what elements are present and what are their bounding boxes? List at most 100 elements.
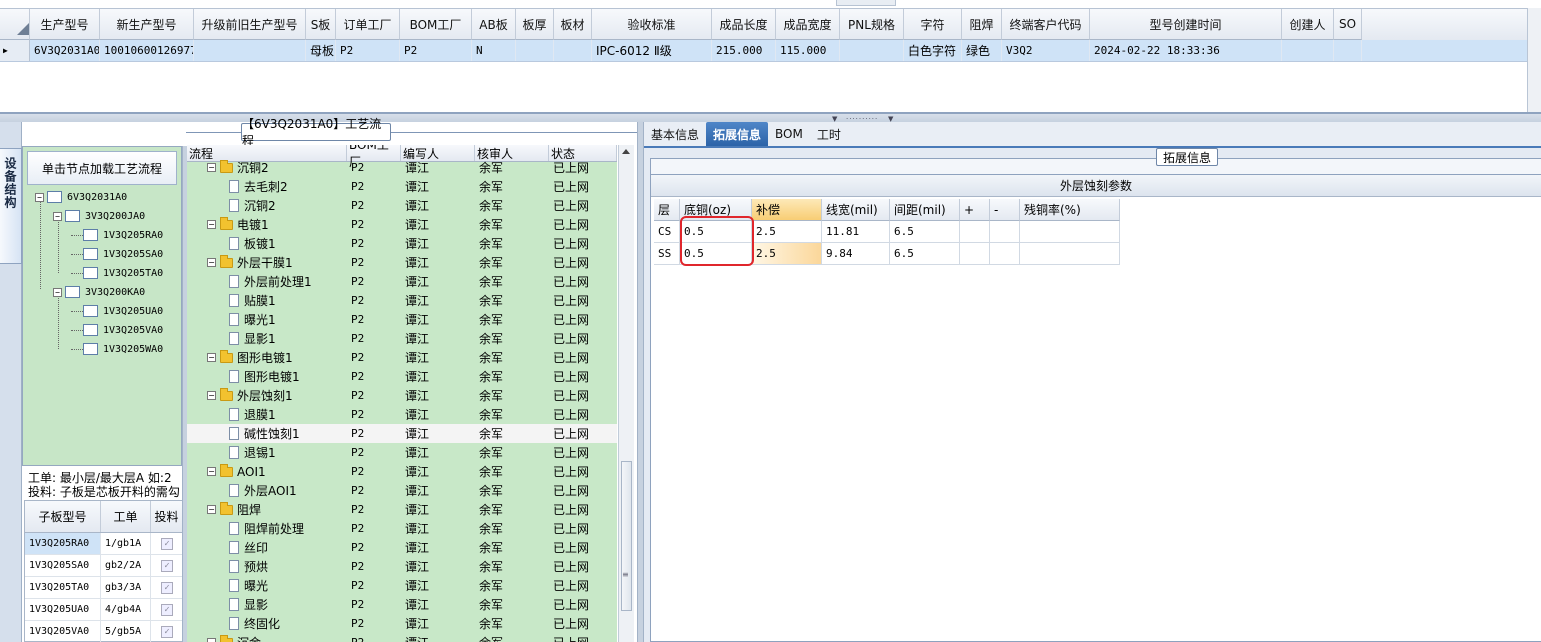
process-bom-cell[interactable]: P2 [347, 272, 401, 291]
process-bom-cell[interactable]: P2 [347, 386, 401, 405]
etching-cell[interactable] [960, 221, 990, 243]
process-reviewer-cell[interactable]: 余军 [475, 538, 549, 557]
model-grid-column-header[interactable]: 生产型号 [30, 9, 100, 40]
process-reviewer-cell[interactable]: 余军 [475, 557, 549, 576]
process-status-cell[interactable]: 已上网 [549, 234, 617, 253]
tree-collapse-icon[interactable]: − [207, 391, 216, 400]
process-reviewer-cell[interactable]: 余军 [475, 386, 549, 405]
table-row[interactable]: 1V3Q205SA0 gb2/2A ✓ [25, 555, 183, 577]
table-row[interactable]: 1V3Q205UA0 4/gb4A ✓ [25, 599, 183, 621]
middle-vertical-splitter[interactable] [637, 122, 644, 642]
process-author-cell[interactable]: 谭江 [401, 462, 475, 481]
process-row[interactable]: 曝光1 P2 谭江 余军 已上网 [187, 310, 617, 329]
etching-cell[interactable]: 6.5 [890, 243, 960, 265]
process-name-cell[interactable]: 丝印 [187, 538, 347, 557]
tab-0[interactable]: 基本信息 [644, 122, 706, 146]
etching-cell[interactable]: CS [654, 221, 680, 243]
process-row[interactable]: 预烘 P2 谭江 余军 已上网 [187, 557, 617, 576]
process-row[interactable]: 显影 P2 谭江 余军 已上网 [187, 595, 617, 614]
process-name-cell[interactable]: − 沉金 [187, 633, 347, 642]
process-row[interactable]: − 电镀1 P2 谭江 余军 已上网 [187, 215, 617, 234]
feed-checkbox[interactable]: ✓ [161, 625, 173, 638]
process-bom-cell[interactable]: P2 [347, 614, 401, 633]
process-reviewer-cell[interactable]: 余军 [475, 196, 549, 215]
sub-board-model-cell[interactable]: 1V3Q205TA0 [25, 577, 101, 598]
process-name-cell[interactable]: − 电镀1 [187, 215, 347, 234]
process-name-cell[interactable]: 预烘 [187, 557, 347, 576]
process-name-cell[interactable]: 退锡1 [187, 443, 347, 462]
tree-collapse-icon[interactable]: − [35, 192, 44, 202]
process-row[interactable]: 退锡1 P2 谭江 余军 已上网 [187, 443, 617, 462]
process-status-cell[interactable]: 已上网 [549, 633, 617, 642]
process-bom-cell[interactable]: P2 [347, 557, 401, 576]
process-row[interactable]: 贴膜1 P2 谭江 余军 已上网 [187, 291, 617, 310]
model-grid-cell[interactable]: V3Q2 [1002, 40, 1090, 61]
model-grid-column-header[interactable]: 验收标准 [592, 9, 712, 40]
model-grid-cell[interactable]: 115.000 [776, 40, 840, 61]
sub-board-order-cell[interactable]: 4/gb4A [101, 599, 151, 620]
model-grid-column-header[interactable]: 升级前旧生产型号 [194, 9, 306, 40]
etching-column-header[interactable]: 层 [654, 199, 680, 221]
process-bom-cell[interactable]: P2 [347, 329, 401, 348]
model-grid-column-header[interactable]: PNL规格 [840, 9, 904, 40]
process-author-cell[interactable]: 谭江 [401, 576, 475, 595]
process-reviewer-cell[interactable]: 余军 [475, 405, 549, 424]
tree-collapse-icon[interactable]: − [207, 467, 216, 476]
sub-board-feed-cell[interactable]: ✓ [151, 621, 183, 642]
model-grid-column-header[interactable]: S板 [306, 9, 336, 40]
model-grid-cell[interactable]: 2024-02-22 18:33:36 [1090, 40, 1282, 61]
etching-column-header[interactable]: 补偿 [752, 199, 822, 221]
model-grid-cell[interactable] [840, 40, 904, 61]
model-grid-column-header[interactable]: BOM工厂 [400, 9, 472, 40]
model-grid-cell[interactable] [516, 40, 554, 61]
process-reviewer-cell[interactable]: 余军 [475, 500, 549, 519]
scroll-thumb[interactable] [621, 461, 632, 611]
top-handle[interactable] [836, 0, 896, 6]
tree-node[interactable]: 1V3Q205VA0 [71, 322, 163, 338]
process-name-cell[interactable]: 碱性蚀刻1 [187, 424, 347, 443]
process-name-cell[interactable]: 外层AOI1 [187, 481, 347, 500]
process-row[interactable]: 丝印 P2 谭江 余军 已上网 [187, 538, 617, 557]
process-bom-cell[interactable]: P2 [347, 348, 401, 367]
model-grid-cell[interactable]: 白色字符 [904, 40, 962, 61]
etching-column-header[interactable]: 线宽(mil) [822, 199, 890, 221]
process-author-cell[interactable]: 谭江 [401, 386, 475, 405]
model-grid-column-header[interactable]: 成品长度 [712, 9, 776, 40]
process-author-cell[interactable]: 谭江 [401, 519, 475, 538]
process-author-cell[interactable]: 谭江 [401, 557, 475, 576]
model-grid-column-header[interactable]: 新生产型号 [100, 9, 194, 40]
process-name-cell[interactable]: 显影1 [187, 329, 347, 348]
process-reviewer-cell[interactable]: 余军 [475, 253, 549, 272]
process-status-cell[interactable]: 已上网 [549, 462, 617, 481]
model-grid-column-header[interactable]: AB板 [472, 9, 516, 40]
process-reviewer-cell[interactable]: 余军 [475, 272, 549, 291]
process-bom-cell[interactable]: P2 [347, 595, 401, 614]
process-bom-cell[interactable]: P2 [347, 253, 401, 272]
process-author-cell[interactable]: 谭江 [401, 405, 475, 424]
process-reviewer-cell[interactable]: 余军 [475, 614, 549, 633]
process-author-cell[interactable]: 谭江 [401, 633, 475, 642]
tab-3[interactable]: 工时 [810, 122, 848, 146]
tab-device-structure[interactable]: 设备结构 [0, 148, 22, 264]
process-reviewer-cell[interactable]: 余军 [475, 424, 549, 443]
process-row[interactable]: 去毛刺2 P2 谭江 余军 已上网 [187, 177, 617, 196]
process-status-cell[interactable]: 已上网 [549, 367, 617, 386]
process-bom-cell[interactable]: P2 [347, 310, 401, 329]
horizontal-splitter[interactable]: ▼ ·········· ▼ [0, 114, 1541, 123]
process-status-cell[interactable]: 已上网 [549, 614, 617, 633]
process-author-cell[interactable]: 谭江 [401, 158, 475, 177]
model-grid-column-header[interactable]: 板厚 [516, 9, 554, 40]
process-author-cell[interactable]: 谭江 [401, 500, 475, 519]
process-status-cell[interactable]: 已上网 [549, 348, 617, 367]
model-grid-cell[interactable]: 绿色 [962, 40, 1002, 61]
model-grid-row[interactable]: ▶ 6V3Q2031A0 10010600126977 母板 P2 P2 N IPC-601… [0, 40, 1529, 62]
process-status-cell[interactable]: 已上网 [549, 424, 617, 443]
process-author-cell[interactable]: 谭江 [401, 595, 475, 614]
process-bom-cell[interactable]: P2 [347, 158, 401, 177]
scroll-up-icon[interactable] [622, 149, 630, 154]
process-row[interactable]: − AOI1 P2 谭江 余军 已上网 [187, 462, 617, 481]
process-row[interactable]: 沉铜2 P2 谭江 余军 已上网 [187, 196, 617, 215]
etching-column-header[interactable]: + [960, 199, 990, 221]
process-author-cell[interactable]: 谭江 [401, 196, 475, 215]
process-name-cell[interactable]: − 图形电镀1 [187, 348, 347, 367]
